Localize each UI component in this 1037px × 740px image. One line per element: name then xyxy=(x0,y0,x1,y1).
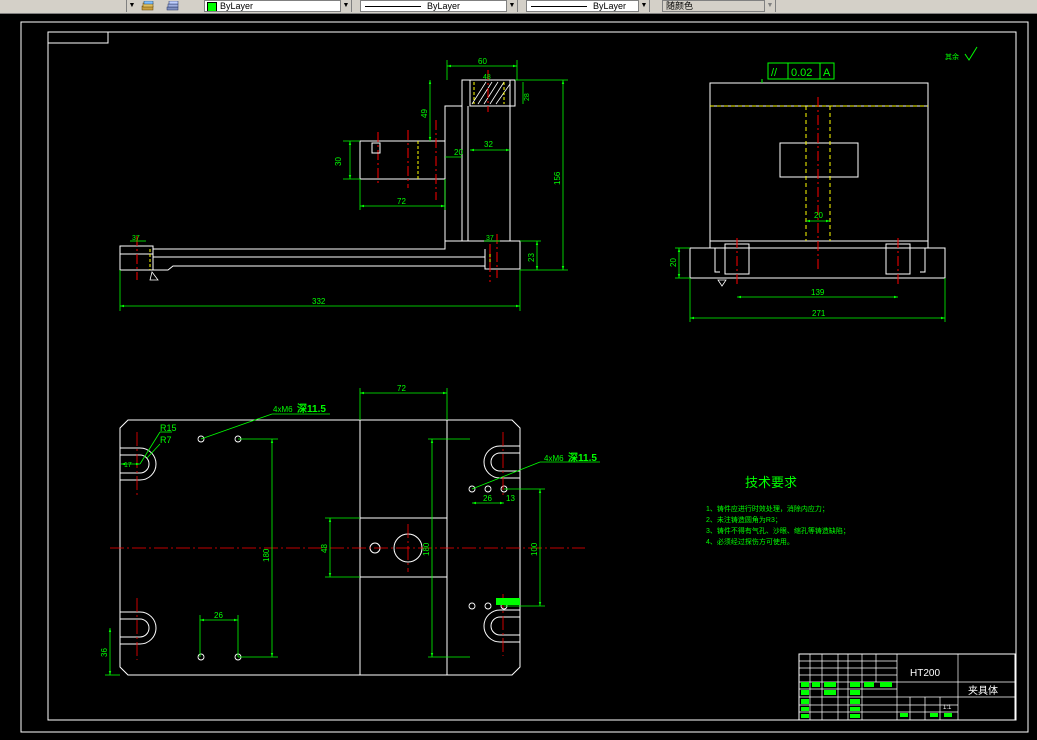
datum-a-marker-icon xyxy=(149,271,159,281)
dim-139-label: 139 xyxy=(811,288,825,297)
lineweight-dropdown[interactable]: ByLayer xyxy=(526,0,650,12)
part-name-label: 夹具体 xyxy=(968,684,998,697)
outer-frame xyxy=(20,21,1029,733)
base-plate-outline xyxy=(119,240,521,271)
tech-req-item-4: 4、必须经过探伤方可使用。 xyxy=(706,537,794,546)
plotstyle-dropdown[interactable]: 随颜色 xyxy=(662,0,776,12)
tech-req-item-3: 3、铸件不得有气孔、沙眼、缩孔等铸造缺陷； xyxy=(706,526,850,535)
dim-180-right-label: 180 xyxy=(422,542,431,556)
dim-332-label: 332 xyxy=(312,297,326,306)
technical-requirements: 技术要求 1、铸件应进行时效处理，消除内应力； 2、未注铸造圆角为R3； 3、铸… xyxy=(706,475,850,546)
dim-60-label: 60 xyxy=(478,57,487,66)
dim-20-width-label: 20 xyxy=(814,211,823,220)
dim-48-label: 48 xyxy=(483,74,491,81)
column-outline xyxy=(444,79,516,241)
small-green-marker xyxy=(496,598,520,605)
thread-note-2: 4xM6 xyxy=(544,454,564,463)
linetype-value: ByLayer xyxy=(427,1,461,11)
datum-a-marker-icon xyxy=(717,279,727,287)
dim-271-label: 271 xyxy=(812,309,826,318)
chevron-down-icon[interactable]: ▼ xyxy=(340,0,351,12)
chevron-down-icon[interactable]: ▼ xyxy=(506,0,517,12)
depth-note-2: 深11.5 xyxy=(568,451,597,464)
dim-23-label: 23 xyxy=(527,253,536,262)
dim-32-label: 32 xyxy=(484,140,493,149)
dim-36-label: 36 xyxy=(100,648,109,657)
geometric-tolerance-frame: // 0.02 A xyxy=(761,62,835,83)
side-window xyxy=(779,142,859,178)
layer-stack-icon[interactable] xyxy=(166,1,179,11)
dim-100-label: 100 xyxy=(530,542,539,556)
side-view: // 0.02 A 20 20 139 271 其余 xyxy=(669,46,978,322)
scale-label: 1:1 xyxy=(943,705,952,711)
material-label: HT200 xyxy=(910,668,940,679)
layer-states-icon[interactable] xyxy=(141,1,154,11)
tech-req-item-2: 2、未注铸造圆角为R3； xyxy=(706,515,782,524)
depth-note-1: 深11.5 xyxy=(297,402,326,415)
tech-req-item-1: 1、铸件应进行时效处理，消除内应力； xyxy=(706,504,829,513)
dim-48-top-label: 48 xyxy=(320,544,329,553)
front-view: 60 49 30 20 32 72 156 23 332 37 37 48 28 xyxy=(119,57,568,311)
dim-13-label: 13 xyxy=(506,494,515,503)
dim-156-label: 156 xyxy=(553,171,562,185)
dim-28-label: 28 xyxy=(524,93,531,101)
plotstyle-value: 随颜色 xyxy=(666,1,694,11)
tolerance-datum: A xyxy=(823,67,831,79)
side-block xyxy=(359,140,446,180)
linetype-preview xyxy=(365,6,421,8)
roughness-label: 其余 xyxy=(945,52,959,61)
r7-label: R7 xyxy=(160,435,172,445)
properties-toolbar: ▼ ByLayer ▼ ByLayer ▼ ByLayer ▼ 随颜色 ▼ xyxy=(0,0,1037,14)
dim-72-label: 72 xyxy=(397,197,406,206)
dim-180-left-label: 180 xyxy=(262,548,271,562)
dim-49-label: 49 xyxy=(420,109,429,118)
dim-26-right-label: 26 xyxy=(483,494,492,503)
color-dropdown[interactable]: ByLayer xyxy=(204,0,352,12)
dim-26-bottom-label: 26 xyxy=(214,611,223,620)
corner-label-box xyxy=(47,31,109,44)
side-body-outline xyxy=(709,82,929,107)
dim-20-height-label: 20 xyxy=(669,258,678,267)
pocket-outline xyxy=(359,517,448,578)
dim-72-top-label: 72 xyxy=(397,384,406,393)
tolerance-symbol: // xyxy=(771,67,778,79)
dim-17-label: 17 xyxy=(124,462,132,469)
dim-30-label: 30 xyxy=(334,157,343,166)
drawing-canvas[interactable]: 60 49 30 20 32 72 156 23 332 37 37 48 28 xyxy=(0,13,1037,740)
linetype-dropdown[interactable]: ByLayer xyxy=(360,0,518,12)
inner-frame xyxy=(47,31,1017,721)
tech-req-title: 技术要求 xyxy=(745,475,797,490)
r15-label: R15 xyxy=(160,423,177,433)
tolerance-value: 0.02 xyxy=(791,67,812,79)
lineweight-value: ByLayer xyxy=(593,1,627,11)
dim-37-right-label: 37 xyxy=(486,235,494,242)
lineweight-preview xyxy=(531,6,587,8)
chevron-down-icon[interactable]: ▼ xyxy=(126,0,137,12)
chevron-down-icon[interactable]: ▼ xyxy=(764,0,775,12)
color-swatch xyxy=(207,1,217,11)
title-block: HT200 夹具体 1:1 xyxy=(798,653,1016,721)
thread-note-1: 4xM6 xyxy=(273,405,293,414)
top-view: 72 180 180 48 100 26 13 26 36 17 R15 R7 … xyxy=(100,384,600,676)
dim-37-label: 37 xyxy=(132,235,140,242)
chevron-down-icon[interactable]: ▼ xyxy=(638,0,649,12)
roughness-check-icon xyxy=(964,46,978,61)
color-value: ByLayer xyxy=(220,1,254,11)
dim-20-label: 20 xyxy=(454,148,463,157)
